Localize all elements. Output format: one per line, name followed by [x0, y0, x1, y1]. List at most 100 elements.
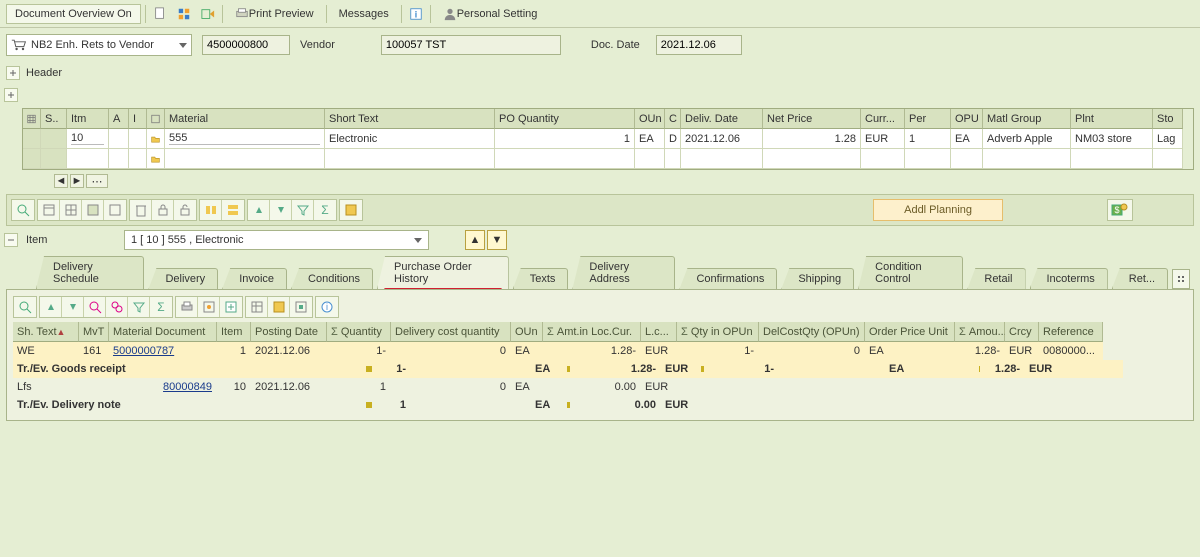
sort-asc-icon[interactable] — [40, 297, 62, 317]
col-opu[interactable]: OPU — [951, 109, 983, 129]
po-number-field[interactable] — [202, 35, 290, 55]
scroll-track[interactable]: ⋯ — [86, 174, 108, 188]
vendor-field[interactable] — [381, 35, 561, 55]
col-qty-opun[interactable]: Qty in OPUn — [691, 326, 753, 338]
print-preview-button[interactable]: Print Preview — [227, 4, 322, 24]
tab-confirmations[interactable]: Confirmations — [679, 268, 777, 289]
history-row[interactable]: Lfs 80000849 10 2021.12.06 1 0 EA 0.00 E… — [13, 378, 1187, 396]
col-posting-date[interactable]: Posting Date — [251, 322, 327, 342]
filter-icon[interactable] — [128, 297, 150, 317]
col-sto[interactable]: Sto — [1153, 109, 1183, 129]
tab-ret[interactable]: Ret... — [1112, 268, 1168, 289]
grid-row-empty[interactable] — [23, 149, 1193, 169]
doc-date-field[interactable] — [656, 35, 742, 55]
delete-icon[interactable] — [130, 200, 152, 220]
tab-shipping[interactable]: Shipping — [781, 268, 854, 289]
col-short-text[interactable]: Short Text — [325, 109, 495, 129]
tab-po-history[interactable]: Purchase Order History — [377, 256, 509, 289]
addl-planning-button[interactable]: Addl Planning — [873, 199, 1003, 221]
doc-overview-button[interactable]: Document Overview On — [6, 4, 141, 24]
col-lcur[interactable]: L.c... — [641, 322, 677, 342]
more-tabs-button[interactable] — [1172, 269, 1190, 289]
info-icon[interactable]: i — [316, 297, 338, 317]
doc-type-dropdown[interactable]: NB2 Enh. Rets to Vendor — [6, 34, 192, 56]
filter-icon[interactable] — [292, 200, 314, 220]
col-po-qty[interactable]: PO Quantity — [495, 109, 635, 129]
col-itm[interactable]: Itm — [67, 109, 109, 129]
col-a[interactable]: A — [109, 109, 129, 129]
detail-icon[interactable] — [12, 200, 34, 220]
mat-doc-link[interactable]: 5000000787 — [109, 342, 217, 360]
scroll-right-icon[interactable]: ► — [70, 174, 84, 188]
create-icon[interactable] — [150, 4, 170, 24]
item-expand-icon[interactable] — [4, 233, 18, 247]
tab-retail[interactable]: Retail — [967, 268, 1025, 289]
history-row[interactable]: WE 161 5000000787 1 2021.12.06 1- 0 EA 1… — [13, 342, 1187, 360]
tab-conditions[interactable]: Conditions — [291, 268, 373, 289]
messages-button[interactable]: Messages — [331, 4, 397, 24]
col-net-price[interactable]: Net Price — [763, 109, 861, 129]
col-deliv-cost-qty[interactable]: Delivery cost quantity — [391, 322, 511, 342]
tab-delivery[interactable]: Delivery — [148, 268, 218, 289]
item-select[interactable]: 1 [ 10 ] 555 , Electronic — [124, 230, 429, 250]
header-expand-icon[interactable] — [6, 66, 20, 80]
col-oun[interactable]: OUn — [511, 322, 543, 342]
col-c[interactable]: C — [665, 109, 681, 129]
col-item[interactable]: Item — [217, 322, 251, 342]
tab-condition-control[interactable]: Condition Control — [858, 256, 963, 289]
config-icon[interactable] — [27, 113, 36, 125]
col-delcost-opun[interactable]: DelCostQty (OPUn) — [759, 322, 865, 342]
tb-icon[interactable] — [340, 200, 362, 220]
tab-texts[interactable]: Texts — [513, 268, 569, 289]
col-deliv-date[interactable]: Deliv. Date — [681, 109, 763, 129]
next-item-button[interactable]: ▼ — [487, 230, 507, 250]
currency-button[interactable]: $ — [1107, 199, 1133, 221]
tb-icon[interactable] — [104, 200, 126, 220]
tb-icon[interactable] — [222, 200, 244, 220]
col-sh-text[interactable]: Sh. Text — [17, 326, 57, 338]
tb-icon[interactable] — [82, 200, 104, 220]
col-material[interactable]: Material — [165, 109, 325, 129]
col-amt-loc[interactable]: Amt.in Loc.Cur. — [557, 326, 632, 338]
layout-save-icon[interactable] — [268, 297, 290, 317]
col-status[interactable]: S.. — [41, 109, 67, 129]
cell-itm[interactable]: 10 — [71, 132, 104, 145]
tab-delivery-address[interactable]: Delivery Address — [572, 256, 675, 289]
export-icon[interactable] — [220, 297, 242, 317]
col-curr[interactable]: Curr... — [861, 109, 905, 129]
find-next-icon[interactable] — [106, 297, 128, 317]
grid-row[interactable]: 10 555 Electronic 1 EA D 2021.12.06 1.28… — [23, 129, 1193, 149]
other-po-icon[interactable] — [198, 4, 218, 24]
mat-doc-link[interactable]: 80000849 — [109, 378, 217, 396]
layout-manage-icon[interactable] — [290, 297, 312, 317]
col-per[interactable]: Per — [905, 109, 951, 129]
detail-icon[interactable] — [14, 297, 36, 317]
total-icon[interactable]: Σ — [150, 297, 172, 317]
tb-icon[interactable] — [200, 200, 222, 220]
col-reference[interactable]: Reference — [1039, 322, 1103, 342]
tab-delivery-schedule[interactable]: Delivery Schedule — [36, 256, 144, 289]
sort-asc-icon[interactable] — [248, 200, 270, 220]
sort-desc-icon[interactable] — [62, 297, 84, 317]
view-icon[interactable] — [198, 297, 220, 317]
col-order-price-unit[interactable]: Order Price Unit — [865, 322, 955, 342]
tab-incoterms[interactable]: Incoterms — [1030, 268, 1108, 289]
tab-invoice[interactable]: Invoice — [222, 268, 287, 289]
tb-icon[interactable] — [38, 200, 60, 220]
sort-desc-icon[interactable] — [270, 200, 292, 220]
find-icon[interactable] — [84, 297, 106, 317]
col-i[interactable]: I — [129, 109, 147, 129]
prev-item-button[interactable]: ▲ — [465, 230, 485, 250]
layout-icon[interactable] — [246, 297, 268, 317]
cell-material[interactable]: 555 — [169, 132, 320, 145]
lock-icon[interactable] — [152, 200, 174, 220]
col-oun[interactable]: OUn — [635, 109, 665, 129]
col-amount[interactable]: Amou... — [969, 326, 1007, 338]
col-mat-doc[interactable]: Material Document — [109, 322, 217, 342]
unlock-icon[interactable] — [174, 200, 196, 220]
info-icon[interactable]: i — [406, 4, 426, 24]
sum-icon[interactable]: Σ — [314, 200, 336, 220]
tb-icon[interactable] — [60, 200, 82, 220]
col-mvt[interactable]: MvT — [79, 322, 109, 342]
expand-icon[interactable] — [4, 88, 18, 102]
